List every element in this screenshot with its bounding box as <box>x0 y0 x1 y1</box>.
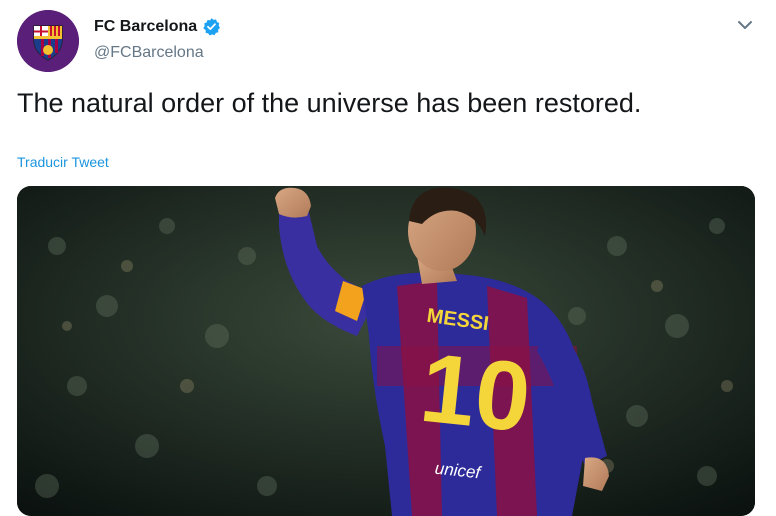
tweet-text: The natural order of the universe has be… <box>17 88 642 118</box>
tweet-media-image[interactable]: MESSI 10 unicef <box>17 186 755 516</box>
author-name[interactable]: FC Barcelona <box>94 17 221 36</box>
translate-tweet-link[interactable]: Traducir Tweet <box>17 154 109 170</box>
chevron-down-icon[interactable] <box>735 15 755 35</box>
avatar[interactable] <box>17 10 79 72</box>
author-name-text[interactable]: FC Barcelona <box>94 18 197 36</box>
author-handle[interactable]: @FCBarcelona <box>94 44 204 62</box>
messi-photo: MESSI 10 unicef <box>17 186 755 516</box>
fc-barcelona-crest-icon <box>17 10 79 72</box>
verified-badge-icon <box>203 18 221 36</box>
jersey-number: 10 <box>416 332 536 453</box>
